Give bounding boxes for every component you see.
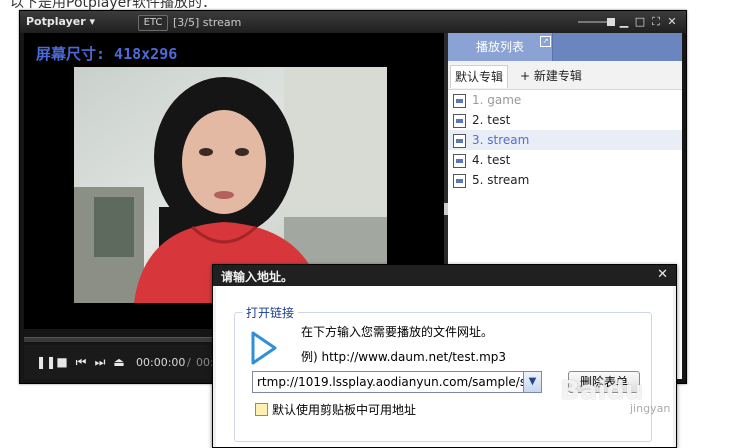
list-item-current[interactable]: 3. stream: [448, 130, 682, 150]
media-file-icon: [453, 134, 466, 148]
clipboard-checkbox[interactable]: [255, 403, 268, 416]
dialog-close-icon[interactable]: ✕: [657, 267, 668, 282]
open-url-dialog: 请输入地址。 ✕ 打开链接 在下方输入您需要播放的文件网址。 例) http:/…: [212, 264, 677, 448]
new-album-button[interactable]: + 新建专辑: [516, 65, 586, 87]
url-input[interactable]: [255, 373, 525, 391]
media-file-icon: [453, 94, 466, 108]
time-separator: /: [187, 356, 191, 369]
dialog-body: 打开链接 在下方输入您需要播放的文件网址。 例) http://www.daum…: [216, 286, 673, 447]
list-item-label: 3. stream: [472, 133, 530, 147]
pause-icon[interactable]: ❚❚: [36, 355, 56, 369]
popout-icon[interactable]: ↗: [540, 36, 551, 47]
list-item-label: 4. test: [472, 153, 511, 167]
dialog-titlebar[interactable]: 请输入地址。 ✕: [213, 265, 676, 286]
list-item[interactable]: 4. test: [448, 150, 682, 170]
page-header-text: 以下是用Potplayer软件播放的：: [10, 0, 217, 10]
etc-button[interactable]: ETC: [138, 15, 168, 31]
clipboard-checkbox-label: 默认使用剪贴板中可用地址: [272, 403, 417, 417]
app-menu-button[interactable]: Potplayer ▾: [26, 15, 95, 28]
fullscreen-icon[interactable]: ⛶: [650, 15, 662, 28]
stop-icon[interactable]: ■: [56, 355, 68, 369]
list-item[interactable]: 5. stream: [448, 170, 682, 190]
media-file-icon: [453, 154, 466, 168]
minimize-icon[interactable]: ▁: [618, 15, 630, 28]
next-icon[interactable]: ⏭: [93, 355, 107, 369]
list-item[interactable]: 2. test: [448, 110, 682, 130]
page-header-strip: 以下是用Potplayer软件播放的：: [0, 0, 732, 10]
watermark-sub: jingyan: [630, 402, 671, 415]
list-item-label: 5. stream: [472, 173, 530, 187]
playlist-tabbar: 播放列表 ↗: [448, 33, 682, 61]
url-combobox[interactable]: ▼: [252, 371, 542, 393]
track-title: [3/5] stream: [173, 16, 242, 29]
media-file-icon: [453, 174, 466, 188]
screen-size-label: 屏幕尺寸: 418x296: [36, 45, 178, 63]
current-time: 00:00:00: [136, 356, 186, 369]
chevron-down-icon[interactable]: ▼: [523, 372, 541, 392]
volume-knob[interactable]: [607, 18, 615, 26]
group-label: 打开链接: [242, 304, 299, 321]
dialog-title: 请输入地址。: [221, 270, 294, 284]
list-item-label: 2. test: [472, 113, 511, 127]
watermark: Baidu jingyan: [560, 376, 690, 416]
tab-playlist-label: 播放列表: [475, 40, 524, 54]
tab-playlist[interactable]: 播放列表 ↗: [448, 33, 553, 61]
list-item[interactable]: 1. game: [448, 90, 682, 110]
instruction-text: 在下方输入您需要播放的文件网址。: [301, 325, 494, 339]
player-titlebar[interactable]: Potplayer ▾ ETC [3/5] stream ▁ □ ⛶ ✕: [20, 11, 686, 33]
media-file-icon: [453, 114, 466, 128]
play-icon: [251, 331, 277, 365]
eject-icon[interactable]: ⏏: [112, 355, 126, 369]
album-bar: 默认专辑 + 新建专辑: [448, 61, 682, 90]
playlist-list: 1. game 2. test 3. stream 4. test 5. str…: [448, 90, 682, 190]
prev-icon[interactable]: ⏮: [74, 355, 88, 369]
example-text: 例) http://www.daum.net/test.mp3: [301, 350, 507, 364]
list-item-label: 1. game: [472, 93, 522, 107]
close-icon[interactable]: ✕: [666, 15, 678, 28]
album-tab-default[interactable]: 默认专辑: [450, 65, 509, 88]
maximize-icon[interactable]: □: [634, 15, 646, 28]
